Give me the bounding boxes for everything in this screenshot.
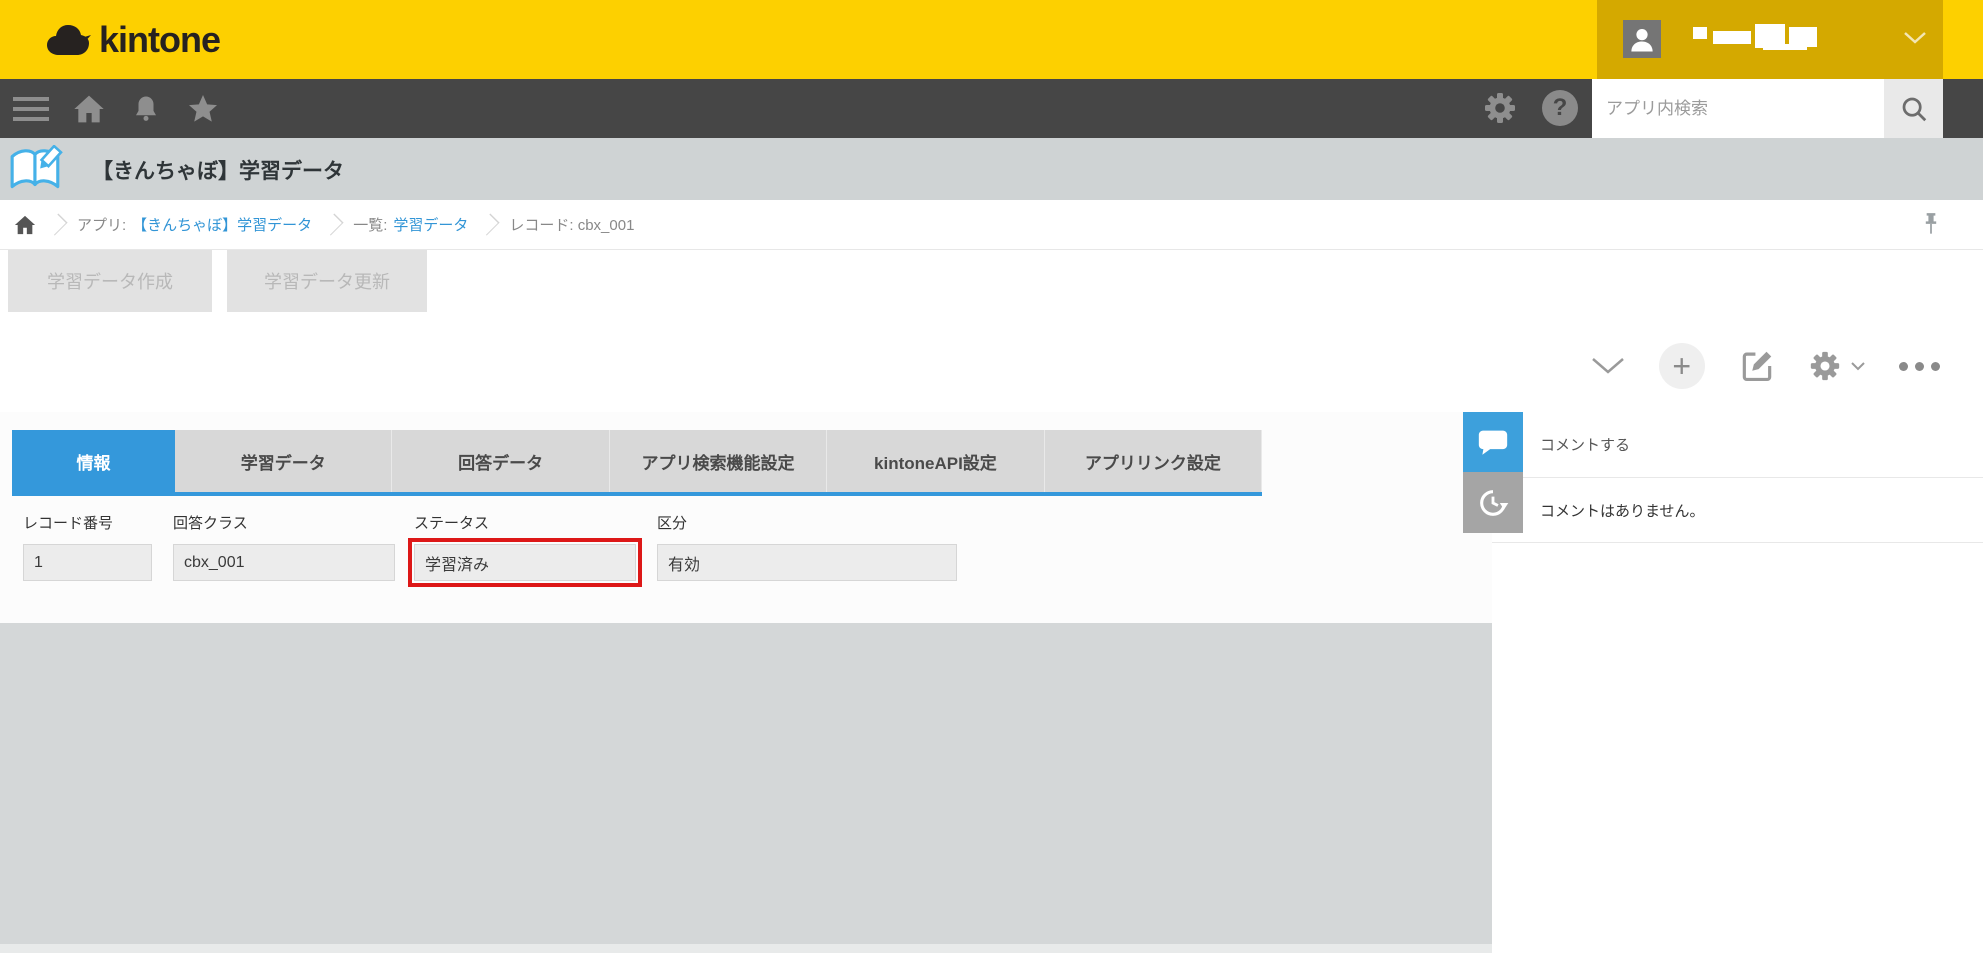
field-category: 区分 有効 — [657, 512, 957, 581]
chevron-small-icon — [1850, 361, 1866, 371]
hamburger-icon[interactable] — [13, 97, 49, 121]
edit-record-button[interactable] — [1738, 347, 1776, 385]
history-icon — [1476, 486, 1510, 520]
user-menu[interactable] — [1597, 0, 1943, 79]
collapse-chevron-icon[interactable] — [1590, 356, 1626, 376]
top-header-bar: kintone — [0, 0, 1983, 79]
chevron-down-icon — [1902, 30, 1928, 46]
app-title-bar: 【きんちゃぼ】学習データ — [0, 138, 1983, 200]
app-book-icon — [8, 145, 64, 195]
help-icon[interactable]: ? — [1542, 90, 1578, 126]
kintone-logo-text: kintone — [99, 19, 220, 61]
user-avatar — [1623, 20, 1661, 58]
sidebar-tabs — [1463, 412, 1523, 533]
comments-panel: コメントする コメントはありません。 — [1492, 412, 1983, 953]
star-icon[interactable] — [186, 92, 220, 126]
add-record-button[interactable]: + — [1659, 343, 1705, 389]
update-training-data-button[interactable]: 学習データ更新 — [227, 250, 427, 312]
kintone-logo[interactable]: kintone — [45, 18, 220, 62]
more-options-button[interactable] — [1899, 362, 1940, 371]
breadcrumb: アプリ: 【きんちゃぼ】学習データ 一覧: 学習データ レコード: cbx_00… — [0, 200, 1983, 250]
field-label: 区分 — [657, 512, 957, 533]
breadcrumb-app-link[interactable]: 【きんちゃぼ】学習データ — [132, 214, 312, 235]
history-tab[interactable] — [1463, 472, 1523, 533]
breadcrumb-separator — [478, 213, 500, 235]
tab-app-link-settings[interactable]: アプリリンク設定 — [1045, 430, 1262, 492]
pin-icon[interactable] — [1918, 210, 1944, 240]
field-value-highlighted: 学習済み — [414, 544, 636, 581]
add-comment-link[interactable]: コメントする — [1492, 412, 1983, 478]
field-value: 有効 — [657, 544, 957, 581]
record-fields: レコード番号 1 回答クラス cbx_001 ステータス 学習済み 区分 有効 — [23, 512, 957, 581]
search-button[interactable] — [1884, 79, 1943, 138]
tab-app-search-settings[interactable]: アプリ検索機能設定 — [610, 430, 827, 492]
tab-info[interactable]: 情報 — [12, 430, 175, 492]
comment-bubble-icon — [1476, 425, 1510, 459]
edit-icon — [1738, 347, 1776, 385]
breadcrumb-separator — [45, 213, 67, 235]
breadcrumb-separator — [322, 213, 344, 235]
gear-icon — [1808, 349, 1842, 383]
breadcrumb-list-prefix: 一覧: — [353, 214, 387, 235]
tab-kintone-api-settings[interactable]: kintoneAPI設定 — [827, 430, 1044, 492]
record-toolbar: + — [1590, 340, 1940, 392]
kintone-cloud-icon — [45, 22, 93, 58]
field-value: 1 — [23, 544, 152, 581]
field-label: レコード番号 — [23, 512, 152, 533]
kintone-record-page: kintone — [0, 0, 1983, 953]
tab-answer-data[interactable]: 回答データ — [392, 430, 609, 492]
field-label: 回答クラス — [173, 512, 395, 533]
field-record-number: レコード番号 1 — [23, 512, 152, 581]
horizontal-scrollbar[interactable] — [0, 944, 1492, 953]
breadcrumb-app-prefix: アプリ: — [77, 214, 126, 235]
breadcrumb-home-icon[interactable] — [14, 214, 36, 236]
plus-icon: + — [1672, 350, 1691, 382]
global-nav-icons — [13, 79, 220, 138]
user-avatar-icon — [1627, 24, 1657, 54]
comments-tab[interactable] — [1463, 412, 1523, 472]
gear-icon[interactable] — [1482, 90, 1518, 131]
field-value: cbx_001 — [173, 544, 395, 581]
bell-icon[interactable] — [129, 92, 163, 126]
comments-empty-message: コメントはありません。 — [1492, 478, 1983, 543]
page-title: 【きんちゃぼ】学習データ — [92, 155, 344, 185]
record-tabs: 情報 学習データ 回答データ アプリ検索機能設定 kintoneAPI設定 アプ… — [12, 430, 1262, 496]
breadcrumb-record: レコード: cbx_001 — [509, 214, 634, 235]
tab-training-data[interactable]: 学習データ — [175, 430, 392, 492]
breadcrumb-list-link[interactable]: 学習データ — [393, 214, 468, 235]
record-settings-menu[interactable] — [1808, 349, 1866, 383]
create-training-data-button[interactable]: 学習データ作成 — [8, 250, 212, 312]
field-status: ステータス 学習済み — [414, 512, 636, 581]
field-answer-class: 回答クラス cbx_001 — [173, 512, 395, 581]
search-input[interactable] — [1592, 79, 1884, 138]
home-icon[interactable] — [72, 92, 106, 126]
field-label: ステータス — [414, 512, 636, 533]
search-icon — [1899, 94, 1929, 124]
